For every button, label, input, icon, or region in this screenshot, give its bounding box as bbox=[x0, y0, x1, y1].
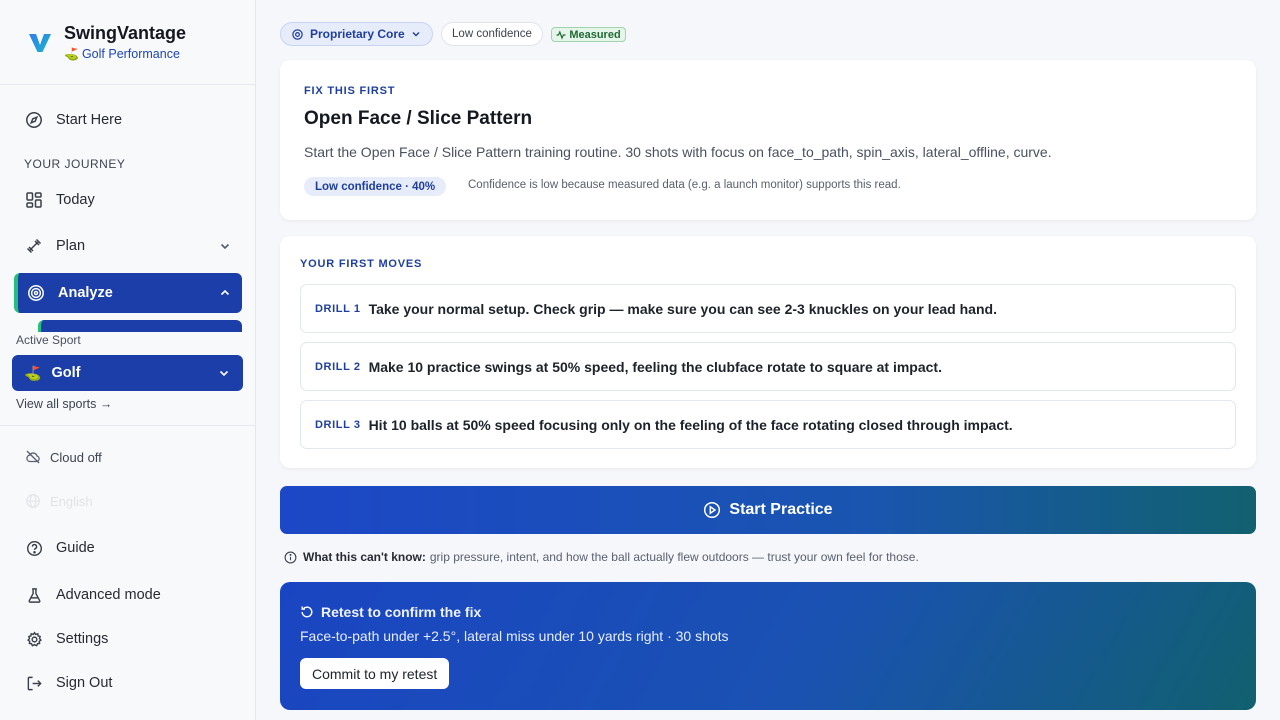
first-moves-card: YOUR FIRST MOVES DRILL 1 Take your norma… bbox=[280, 236, 1256, 468]
brand-name: SwingVantage bbox=[64, 23, 187, 43]
golf-flag-icon: ⛳ bbox=[24, 364, 42, 381]
chevron-up-icon bbox=[220, 289, 230, 296]
drill-tag: DRILL 3 bbox=[315, 418, 361, 431]
drill-tag: DRILL 2 bbox=[315, 360, 361, 373]
nav-analyze-label: Analyze bbox=[58, 285, 113, 301]
chevron-down-icon bbox=[219, 370, 229, 377]
refresh-icon bbox=[301, 606, 313, 618]
cloud-status[interactable]: Cloud off bbox=[24, 448, 102, 466]
drill-text: Hit 10 balls at 50% speed focusing only … bbox=[368, 416, 1013, 433]
dumbbell-icon bbox=[24, 236, 44, 256]
nav-start-here[interactable]: Start Here bbox=[14, 100, 242, 140]
help-circle-icon bbox=[24, 538, 44, 558]
nav-sign-out-label: Sign Out bbox=[56, 675, 113, 691]
info-icon bbox=[284, 551, 297, 563]
activity-icon bbox=[556, 29, 566, 40]
brand-logo-icon bbox=[29, 34, 51, 52]
target-icon bbox=[26, 283, 46, 303]
active-sport-label: Active Sport bbox=[16, 333, 81, 347]
nav-plan-label: Plan bbox=[56, 238, 86, 254]
cloud-status-label: Cloud off bbox=[50, 449, 102, 465]
nav-plan[interactable]: Plan bbox=[14, 226, 242, 266]
drill-item[interactable]: DRILL 3 Hit 10 balls at 50% speed focusi… bbox=[300, 400, 1236, 449]
engine-selector-label: Proprietary Core bbox=[310, 27, 405, 41]
language-selector[interactable]: English bbox=[24, 492, 93, 510]
nav-settings[interactable]: Settings bbox=[14, 619, 242, 659]
section-label-journey: YOUR JOURNEY bbox=[24, 157, 126, 171]
golf-flag-icon: ⛳ bbox=[64, 47, 79, 61]
limitations-label: What this can't know: bbox=[303, 550, 426, 564]
nav-analyze-subitem[interactable] bbox=[38, 320, 242, 332]
gear-icon bbox=[24, 629, 44, 649]
brand[interactable]: SwingVantage ⛳ Golf Performance bbox=[26, 22, 186, 62]
start-practice-button[interactable]: Start Practice bbox=[280, 486, 1256, 534]
main-content: Proprietary Core Low confidence Measured… bbox=[256, 0, 1280, 720]
nav-advanced-mode[interactable]: Advanced mode bbox=[14, 575, 242, 615]
divider bbox=[0, 84, 256, 85]
compass-icon bbox=[24, 110, 44, 130]
drill-text: Make 10 practice swings at 50% speed, fe… bbox=[368, 358, 942, 375]
confidence-badge: Low confidence · 40% bbox=[304, 177, 447, 196]
nav-today[interactable]: Today bbox=[14, 180, 242, 220]
chevron-down-icon bbox=[220, 243, 230, 250]
fix-first-card: FIX THIS FIRST Open Face / Slice Pattern… bbox=[280, 60, 1256, 220]
engine-selector[interactable]: Proprietary Core bbox=[280, 22, 433, 46]
fix-eyebrow: FIX THIS FIRST bbox=[304, 85, 396, 97]
nav-guide[interactable]: Guide bbox=[14, 528, 242, 568]
nav-advanced-mode-label: Advanced mode bbox=[56, 587, 161, 603]
fix-title: Open Face / Slice Pattern bbox=[304, 108, 533, 129]
globe-icon bbox=[24, 492, 42, 510]
grid-icon bbox=[24, 190, 44, 210]
confidence-note: Confidence is low because measured data … bbox=[468, 179, 901, 191]
sport-select[interactable]: ⛳ Golf bbox=[12, 355, 243, 391]
nav-guide-label: Guide bbox=[56, 540, 95, 556]
nav-today-label: Today bbox=[56, 192, 95, 208]
moves-eyebrow: YOUR FIRST MOVES bbox=[300, 258, 423, 270]
retest-card: Retest to confirm the fix Face-to-path u… bbox=[280, 582, 1256, 710]
chevron-down-icon bbox=[412, 32, 420, 37]
drill-item[interactable]: DRILL 1 Take your normal setup. Check gr… bbox=[300, 284, 1236, 333]
measured-badge-label: Measured bbox=[569, 28, 621, 41]
drill-tag: DRILL 1 bbox=[315, 302, 361, 315]
measured-badge: Measured bbox=[551, 27, 626, 42]
play-circle-icon bbox=[704, 501, 721, 519]
divider bbox=[0, 425, 256, 426]
retest-title: Retest to confirm the fix bbox=[321, 604, 482, 620]
fix-description: Start the Open Face / Slice Pattern trai… bbox=[304, 144, 1052, 160]
nav-analyze[interactable]: Analyze bbox=[14, 273, 242, 313]
brand-subtitle: Golf Performance bbox=[81, 47, 180, 61]
limitations-text: grip pressure, intent, and how the ball … bbox=[429, 550, 919, 564]
retest-description: Face-to-path under +2.5°, lateral miss u… bbox=[300, 628, 729, 644]
start-practice-label: Start Practice bbox=[729, 501, 833, 518]
language-label: English bbox=[50, 493, 93, 509]
nav-settings-label: Settings bbox=[56, 631, 109, 647]
cloud-off-icon bbox=[24, 448, 42, 466]
confidence-chip: Low confidence bbox=[441, 22, 543, 46]
sport-select-value: Golf bbox=[51, 365, 81, 381]
drill-item[interactable]: DRILL 2 Make 10 practice swings at 50% s… bbox=[300, 342, 1236, 391]
sign-out-icon bbox=[24, 673, 44, 693]
nav-sign-out[interactable]: Sign Out bbox=[14, 663, 242, 703]
view-all-sports-link[interactable]: View all sports → bbox=[16, 397, 112, 411]
commit-retest-button[interactable]: Commit to my retest bbox=[300, 658, 450, 689]
cog-icon bbox=[292, 28, 303, 40]
flask-icon bbox=[24, 585, 44, 605]
sidebar: SwingVantage ⛳ Golf Performance Start Her… bbox=[0, 0, 256, 720]
drill-text: Take your normal setup. Check grip — mak… bbox=[368, 300, 997, 317]
nav-start-here-label: Start Here bbox=[56, 112, 123, 128]
limitations-note: What this can't know: grip pressure, int… bbox=[284, 550, 919, 564]
